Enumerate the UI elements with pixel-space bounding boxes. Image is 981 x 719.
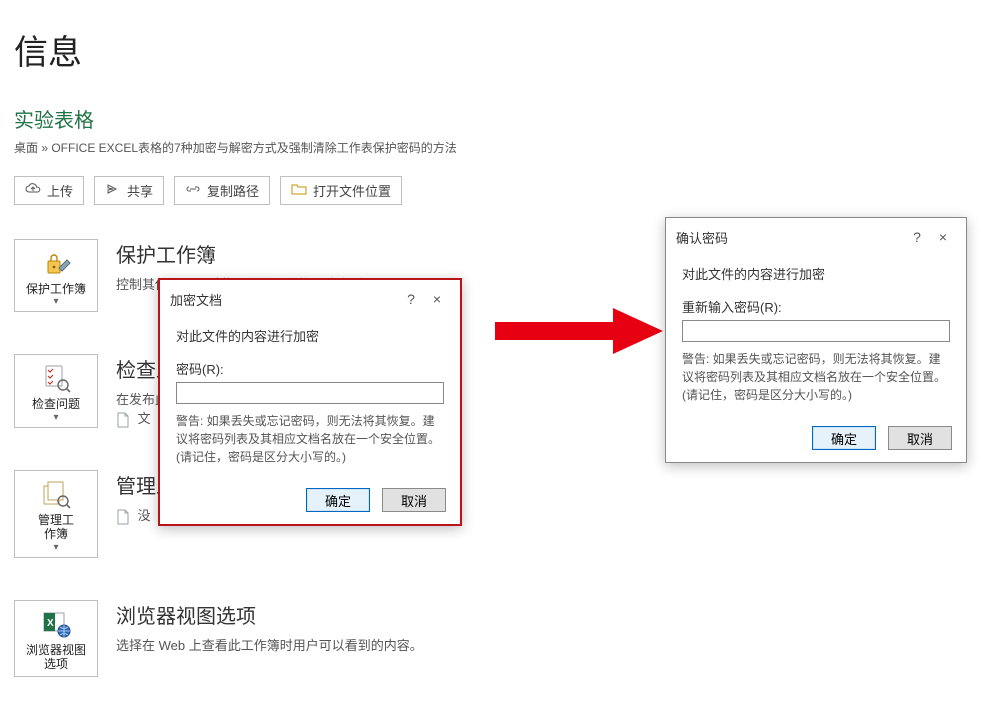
dialog-body: 对此文件的内容进行加密 重新输入密码(R): 警告: 如果丢失或忘记密码，则无法… [666, 256, 966, 418]
browser-view-title: 浏览器视图选项 [116, 600, 494, 629]
password-input[interactable] [176, 382, 444, 404]
cancel-button[interactable]: 取消 [888, 426, 952, 450]
upload-button[interactable]: 上传 [14, 176, 84, 205]
page-icon [116, 412, 130, 428]
dialog-body: 对此文件的内容进行加密 密码(R): 警告: 如果丢失或忘记密码，则无法将其恢复… [160, 318, 460, 480]
excel-backstage-composite: 信息 实验表格 桌面 » OFFICE EXCEL表格的7种加密与解密方式及强制… [0, 0, 981, 665]
documents-stack-icon [39, 477, 73, 511]
manage-tile-label: 管理工 作簿 [38, 513, 74, 542]
dialog-close-button[interactable]: × [424, 288, 450, 310]
ok-button[interactable]: 确定 [306, 488, 370, 512]
svg-text:X: X [47, 618, 54, 629]
link-icon [185, 182, 201, 199]
dialog-footer: 确定 取消 [666, 418, 966, 462]
info-toolbar: 上传 共享 复制路径 打开文件位置 [14, 176, 494, 205]
copy-path-button[interactable]: 复制路径 [174, 176, 270, 205]
ok-button[interactable]: 确定 [812, 426, 876, 450]
share-label: 共享 [127, 181, 153, 200]
protect-workbook-tile[interactable]: 保护工作簿 ▾ [14, 239, 98, 312]
dialog-subtitle: 对此文件的内容进行加密 [176, 326, 444, 345]
chevron-down-icon: ▾ [53, 412, 58, 423]
confirm-password-input[interactable] [682, 320, 950, 342]
browser-view-desc: 选择在 Web 上查看此工作簿时用户可以看到的内容。 [116, 635, 494, 654]
inspect-line2-text: 文 [138, 411, 151, 426]
confirm-password-label: 重新输入密码(R): [682, 297, 950, 316]
password-warning: 警告: 如果丢失或忘记密码，则无法将其恢复。建议将密码列表及其相应文档名放在一个… [682, 350, 950, 404]
copy-path-label: 复制路径 [207, 181, 259, 200]
chevron-down-icon: ▾ [53, 542, 58, 553]
dialog-help-button[interactable]: ? [398, 288, 424, 310]
inspect-tile[interactable]: 检查问题 ▾ [14, 354, 98, 427]
password-warning: 警告: 如果丢失或忘记密码，则无法将其恢复。建议将密码列表及其相应文档名放在一个… [176, 412, 444, 466]
cancel-button[interactable]: 取消 [382, 488, 446, 512]
dialog-footer: 确定 取消 [160, 480, 460, 524]
open-location-label: 打开文件位置 [313, 181, 391, 200]
checklist-magnifier-icon [39, 361, 73, 395]
protect-title: 保护工作簿 [116, 239, 494, 268]
section-browser-body: 浏览器视图选项 选择在 Web 上查看此工作簿时用户可以看到的内容。 [116, 600, 494, 654]
browser-view-tile-label: 浏览器视图 选项 [26, 643, 86, 672]
folder-icon [291, 182, 307, 199]
manage-workbook-tile[interactable]: 管理工 作簿 ▾ [14, 470, 98, 558]
document-name: 实验表格 [14, 104, 494, 133]
encrypt-document-dialog: 加密文档 ? × 对此文件的内容进行加密 密码(R): 警告: 如果丢失或忘记密… [158, 278, 462, 526]
upload-label: 上传 [47, 181, 73, 200]
protect-tile-label: 保护工作簿 [26, 282, 86, 296]
dialog-titlebar: 加密文档 ? × [160, 280, 460, 318]
lock-key-icon [39, 246, 73, 280]
inspect-tile-label: 检查问题 [32, 397, 80, 411]
confirm-password-dialog: 确认密码 ? × 对此文件的内容进行加密 重新输入密码(R): 警告: 如果丢失… [665, 217, 967, 463]
dialog-close-button[interactable]: × [930, 226, 956, 248]
dialog-help-button[interactable]: ? [904, 226, 930, 248]
chevron-down-icon: ▾ [53, 296, 58, 307]
share-icon [105, 182, 121, 199]
excel-globe-icon: X [39, 607, 73, 641]
open-location-button[interactable]: 打开文件位置 [280, 176, 402, 205]
share-button[interactable]: 共享 [94, 176, 164, 205]
manage-desc-text: 没 [138, 508, 151, 523]
page-icon [116, 509, 130, 525]
dialog-titlebar: 确认密码 ? × [666, 218, 966, 256]
cloud-upload-icon [25, 182, 41, 199]
password-label: 密码(R): [176, 359, 444, 378]
dialog-title-text: 确认密码 [676, 228, 728, 247]
arrow-right-icon [495, 308, 663, 354]
dialog-title-text: 加密文档 [170, 290, 222, 309]
annotation-arrow [495, 308, 663, 354]
page-title: 信息 [14, 25, 494, 74]
breadcrumb: 桌面 » OFFICE EXCEL表格的7种加密与解密方式及强制清除工作表保护密… [14, 139, 494, 156]
dialog-subtitle: 对此文件的内容进行加密 [682, 264, 950, 283]
